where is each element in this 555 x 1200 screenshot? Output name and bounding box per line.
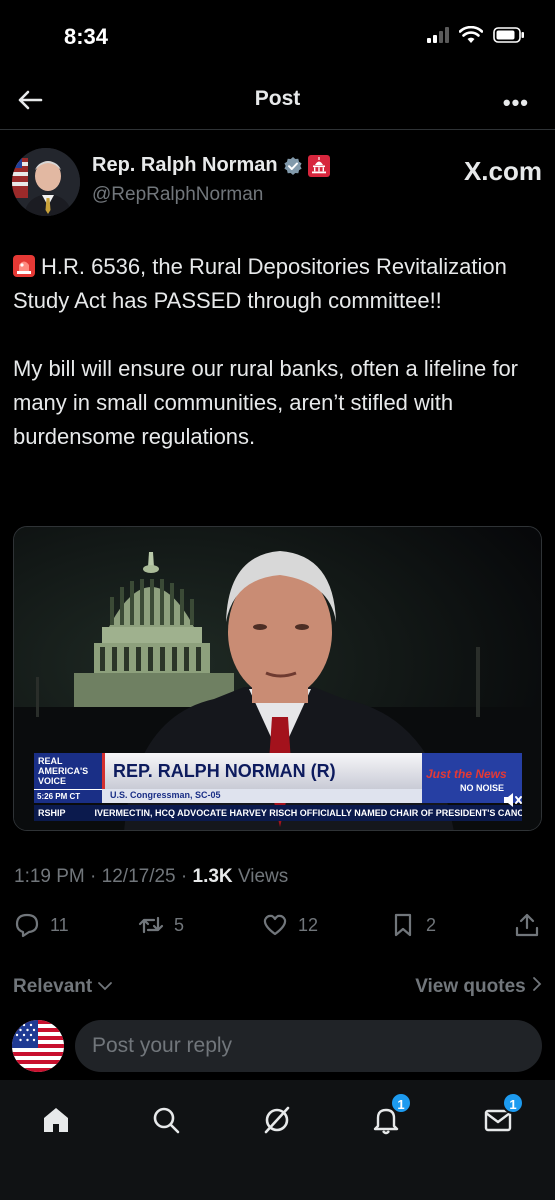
home-icon (44, 1108, 68, 1132)
view-quotes-label: View quotes (415, 976, 526, 997)
post-header: Post ••• (0, 70, 555, 130)
status-bar: 8:34 (0, 0, 555, 70)
nav-messages[interactable]: 1 (478, 1092, 524, 1140)
sort-label: Relevant (13, 976, 93, 997)
bookmark-count: 2 (426, 914, 437, 935)
replies-sort-row: Relevant View quotes (13, 976, 543, 1004)
author-avatar-image (12, 148, 80, 216)
grok-icon (264, 1106, 290, 1134)
views-count[interactable]: 1.3K (193, 866, 233, 887)
channel-logo: REAL AMERICA'S VOICE (34, 753, 102, 789)
government-affiliation-icon (307, 154, 330, 177)
post-actions: 11 5 12 2 (0, 912, 555, 948)
news-ticker: RSHIP IVERMECTIN, HCQ ADVOCATE HARVEY RI… (34, 805, 522, 821)
channel-name-line-2: AMERICA'S (38, 766, 89, 776)
mute-button[interactable] (501, 789, 523, 811)
messages-badge: 1 (502, 1092, 524, 1114)
author-avatar[interactable] (12, 148, 80, 216)
repost-count: 5 (174, 914, 185, 935)
like-count: 12 (298, 914, 319, 935)
lower-third-title: U.S. Congressman, SC-05 (110, 790, 221, 800)
reply-button[interactable]: 11 (14, 912, 69, 938)
author-handle[interactable]: @RepRalphNorman (92, 184, 263, 206)
views-label: Views (237, 866, 289, 887)
broadcast-time: 5:26 PM CT (34, 789, 102, 803)
author-name[interactable]: Rep. Ralph Norman (92, 154, 278, 177)
page-title: Post (254, 87, 301, 110)
status-time: 8:34 (64, 24, 109, 49)
view-quotes-link[interactable]: View quotes (415, 976, 543, 998)
channel-name-line-3: VOICE (38, 776, 67, 786)
news-lower-third: REAL AMERICA'S VOICE 5:26 PM CT REP. RAL… (34, 753, 522, 807)
channel-name-line-1: REAL (38, 756, 63, 766)
reply-count: 11 (50, 914, 69, 935)
nav-notifications[interactable]: 1 (366, 1092, 412, 1140)
nav-home[interactable] (36, 1100, 76, 1140)
post-meta: 1:19 PM · 12/17/25 · 1.3K Views (14, 866, 288, 888)
battery-icon (493, 27, 524, 43)
speaker-muted-icon (504, 793, 522, 807)
share-icon (515, 913, 539, 937)
verified-badge-icon (283, 156, 302, 175)
us-flag-avatar-image (12, 1020, 64, 1072)
news-brand-tagline: NO NOISE (460, 783, 505, 793)
ticker-text: IVERMECTIN, HCQ ADVOCATE HARVEY RISCH OF… (94, 808, 522, 818)
post-paragraph-1: H.R. 6536, the Rural Depositories Revita… (13, 250, 543, 318)
lower-third-name: REP. RALPH NORMAN (R) (113, 761, 336, 781)
siren-emoji-icon (13, 255, 35, 277)
sort-dropdown[interactable]: Relevant (13, 976, 113, 998)
status-icons (427, 26, 525, 44)
post-date: 12/17/25 (101, 866, 176, 887)
reply-composer (0, 1016, 555, 1078)
chevron-down-icon (98, 982, 113, 991)
bookmark-button[interactable]: 2 (390, 912, 436, 938)
post-paragraph-1-text: H.R. 6536, the Rural Depositories Revita… (13, 254, 507, 313)
reply-input[interactable] (75, 1020, 542, 1072)
ticker-head: RSHIP (38, 808, 66, 818)
bookmark-icon (394, 913, 412, 937)
user-avatar[interactable] (12, 1020, 64, 1072)
post-text: H.R. 6536, the Rural Depositories Revita… (13, 250, 543, 488)
repost-button[interactable]: 5 (138, 912, 184, 938)
post-author: Rep. Ralph Norman @RepRalphNorman X.com (12, 148, 542, 218)
heart-icon (263, 914, 287, 936)
reply-icon (15, 913, 39, 938)
news-brand-name: Just the News (426, 767, 507, 781)
lower-third-name-bar: REP. RALPH NORMAN (R) (102, 753, 422, 789)
more-options-button[interactable]: ••• (503, 90, 529, 116)
cellular-signal-icon (427, 27, 449, 43)
bottom-navigation: 1 1 (0, 1080, 555, 1200)
post-time: 1:19 PM (14, 866, 85, 887)
post-video[interactable]: REAL AMERICA'S VOICE 5:26 PM CT REP. RAL… (13, 526, 542, 831)
chevron-right-icon (533, 977, 542, 991)
meta-separator: · (90, 866, 102, 887)
share-button[interactable] (514, 912, 540, 938)
nav-search[interactable] (146, 1100, 186, 1140)
more-icon: ••• (502, 90, 529, 115)
nav-grok[interactable] (257, 1100, 297, 1140)
meta-separator: · (180, 866, 193, 887)
source-watermark: X.com (463, 156, 542, 186)
like-button[interactable]: 12 (262, 912, 318, 938)
wifi-icon (459, 26, 483, 43)
author-name-row: Rep. Ralph Norman (92, 154, 330, 177)
lower-third-title-bar: U.S. Congressman, SC-05 (102, 789, 422, 803)
post-paragraph-2: My bill will ensure our rural banks, oft… (13, 356, 519, 449)
notifications-badge: 1 (390, 1092, 412, 1114)
search-icon (153, 1107, 180, 1134)
repost-icon (138, 916, 164, 934)
